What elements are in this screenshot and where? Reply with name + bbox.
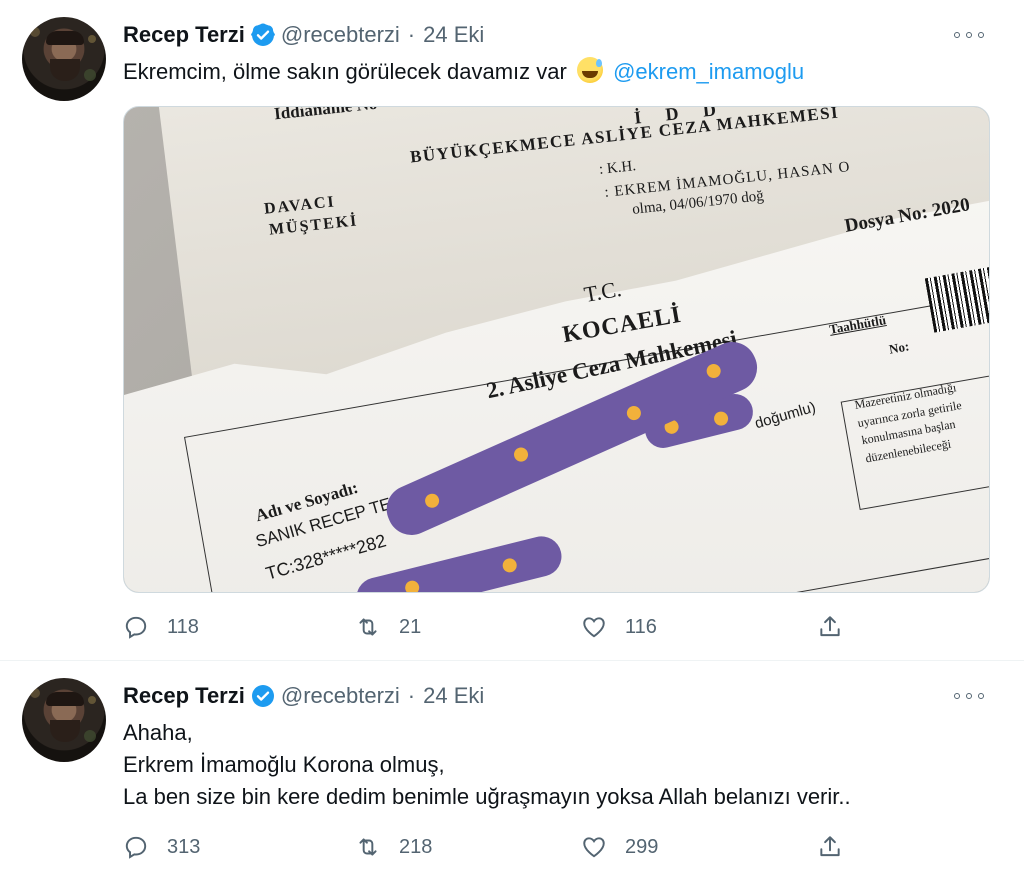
separator-dot: · — [407, 22, 416, 47]
share-button[interactable] — [817, 832, 861, 862]
share-button[interactable] — [817, 612, 861, 642]
tweet-text-line: La ben size bin kere dedim benimle uğraş… — [123, 784, 851, 809]
tweet-text-content: Ekremcim, ölme sakın görülecek davamız v… — [123, 59, 567, 84]
reply-count: 313 — [167, 835, 201, 858]
tweet-text: Ekremcim, ölme sakın görülecek davamız v… — [123, 56, 804, 88]
like-button[interactable]: 299 — [581, 832, 658, 862]
author-handle[interactable]: @recebterzi — [281, 683, 400, 709]
tweet-date[interactable]: 24 Eki — [423, 683, 484, 709]
tweet-date[interactable]: 24 Eki — [423, 22, 484, 48]
tweet-header: Recep Terzi @recebterzi · 24 Eki — [123, 681, 484, 711]
like-button[interactable]: 116 — [581, 612, 657, 642]
mention-link[interactable]: @ekrem_imamoglu — [613, 59, 804, 84]
tweet-header: Recep Terzi @recebterzi · 24 Eki — [123, 20, 484, 50]
avatar[interactable] — [22, 678, 106, 762]
like-count: 116 — [625, 615, 657, 638]
author-name[interactable]: Recep Terzi — [123, 683, 245, 709]
barcode — [924, 266, 989, 333]
tweet-actions: 118 21 116 — [123, 612, 863, 642]
more-options-icon[interactable] — [954, 25, 984, 45]
tweet-text-line: Ahaha, — [123, 720, 193, 745]
author-handle[interactable]: @recebterzi — [281, 22, 400, 48]
tweet-actions: 313 218 299 — [123, 832, 863, 862]
verified-badge-icon — [250, 23, 275, 46]
share-icon — [820, 836, 840, 857]
heart-icon — [583, 837, 605, 858]
reply-button[interactable]: 118 — [123, 612, 199, 642]
grinning-sweat-emoji-icon — [576, 57, 603, 83]
retweet-count: 21 — [399, 615, 422, 638]
retweet-count: 218 — [399, 835, 433, 858]
reply-icon — [125, 836, 147, 859]
tweet-text-line: Erkrem İmamoğlu Korona olmuş, — [123, 752, 445, 777]
reply-button[interactable]: 313 — [123, 832, 200, 862]
more-options-icon[interactable] — [954, 686, 984, 706]
retweet-icon — [359, 618, 377, 636]
reply-count: 118 — [167, 615, 199, 638]
heart-icon — [583, 617, 605, 638]
retweet-button[interactable]: 218 — [355, 832, 432, 862]
reply-icon — [125, 616, 147, 639]
author-name[interactable]: Recep Terzi — [123, 22, 245, 48]
share-icon — [820, 616, 840, 637]
tweet-photo[interactable]: İddianame No İ D D BÜYÜKÇEKMECE ASLİYE C… — [123, 106, 990, 593]
tweet-2[interactable]: Recep Terzi @recebterzi · 24 Eki Ahaha, … — [0, 661, 1024, 879]
retweet-button[interactable]: 21 — [355, 612, 421, 642]
tweet-text: Ahaha, Erkrem İmamoğlu Korona olmuş, La … — [123, 717, 851, 813]
tweet-1[interactable]: Recep Terzi @recebterzi · 24 Eki Ekremci… — [0, 0, 1024, 660]
avatar[interactable] — [22, 17, 106, 101]
retweet-icon — [359, 838, 377, 856]
separator-dot: · — [407, 683, 416, 708]
like-count: 299 — [625, 835, 659, 858]
verified-badge-icon — [251, 685, 274, 707]
